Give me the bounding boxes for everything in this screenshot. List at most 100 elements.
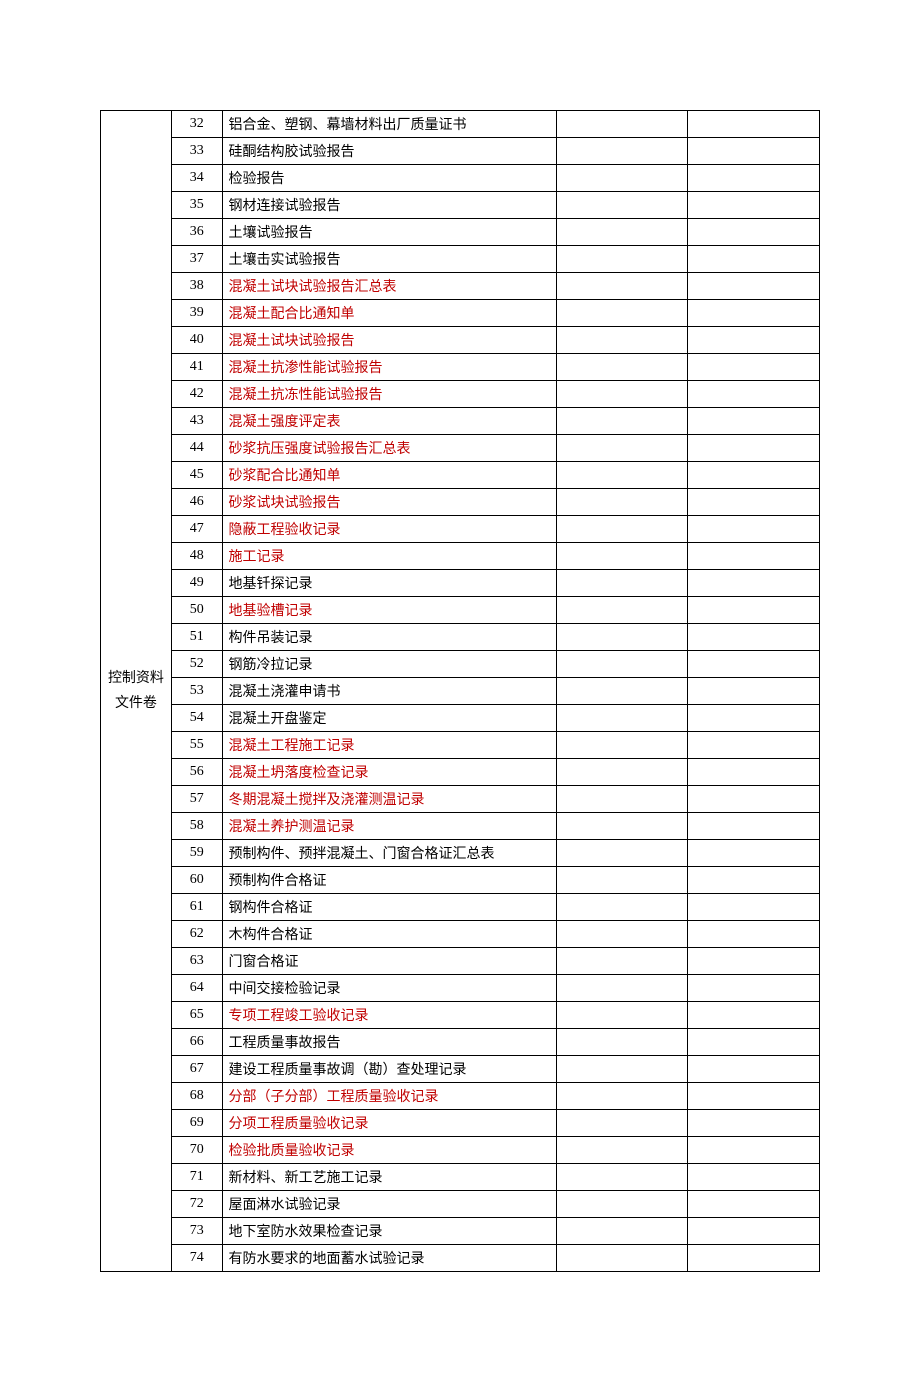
row-number: 54 (171, 705, 222, 732)
row-description: 专项工程竣工验收记录 (222, 1002, 556, 1029)
blank-cell (556, 138, 688, 165)
blank-cell (556, 1083, 688, 1110)
blank-cell (688, 1110, 820, 1137)
row-description: 土壤试验报告 (222, 219, 556, 246)
table-row: 37土壤击实试验报告 (101, 246, 820, 273)
table-row: 71新材料、新工艺施工记录 (101, 1164, 820, 1191)
blank-cell (688, 1002, 820, 1029)
blank-cell (688, 867, 820, 894)
row-description: 建设工程质量事故调（勘）查处理记录 (222, 1056, 556, 1083)
table-row: 50地基验槽记录 (101, 597, 820, 624)
blank-cell (556, 1002, 688, 1029)
blank-cell (556, 921, 688, 948)
table-row: 68分部（子分部）工程质量验收记录 (101, 1083, 820, 1110)
blank-cell (688, 1191, 820, 1218)
table-row: 38混凝土试块试验报告汇总表 (101, 273, 820, 300)
blank-cell (688, 651, 820, 678)
blank-cell (688, 597, 820, 624)
blank-cell (556, 894, 688, 921)
table-row: 57冬期混凝土搅拌及浇灌测温记录 (101, 786, 820, 813)
blank-cell (556, 732, 688, 759)
row-number: 68 (171, 1083, 222, 1110)
row-number: 61 (171, 894, 222, 921)
blank-cell (556, 435, 688, 462)
row-description: 混凝土浇灌申请书 (222, 678, 556, 705)
blank-cell (688, 732, 820, 759)
table-row: 61钢构件合格证 (101, 894, 820, 921)
blank-cell (556, 273, 688, 300)
blank-cell (688, 840, 820, 867)
blank-cell (688, 1029, 820, 1056)
blank-cell (688, 165, 820, 192)
row-number: 33 (171, 138, 222, 165)
table-row: 47隐蔽工程验收记录 (101, 516, 820, 543)
blank-cell (556, 516, 688, 543)
row-number: 58 (171, 813, 222, 840)
row-description: 硅酮结构胶试验报告 (222, 138, 556, 165)
blank-cell (688, 327, 820, 354)
blank-cell (556, 1029, 688, 1056)
row-number: 49 (171, 570, 222, 597)
blank-cell (688, 246, 820, 273)
row-description: 隐蔽工程验收记录 (222, 516, 556, 543)
row-number: 41 (171, 354, 222, 381)
blank-cell (556, 543, 688, 570)
blank-cell (556, 840, 688, 867)
table-body: 控制资料文件卷32铝合金、塑钢、幕墙材料出厂质量证书33硅酮结构胶试验报告34检… (101, 111, 820, 1272)
row-number: 48 (171, 543, 222, 570)
row-description: 中间交接检验记录 (222, 975, 556, 1002)
row-number: 51 (171, 624, 222, 651)
table-row: 59预制构件、预拌混凝土、门窗合格证汇总表 (101, 840, 820, 867)
blank-cell (688, 1137, 820, 1164)
blank-cell (688, 813, 820, 840)
table-row: 55混凝土工程施工记录 (101, 732, 820, 759)
blank-cell (556, 192, 688, 219)
row-description: 混凝土开盘鉴定 (222, 705, 556, 732)
blank-cell (688, 300, 820, 327)
blank-cell (688, 1218, 820, 1245)
row-number: 64 (171, 975, 222, 1002)
blank-cell (688, 570, 820, 597)
row-description: 工程质量事故报告 (222, 1029, 556, 1056)
blank-cell (688, 1245, 820, 1272)
table-row: 43混凝土强度评定表 (101, 408, 820, 435)
blank-cell (688, 138, 820, 165)
blank-cell (556, 948, 688, 975)
blank-cell (556, 1245, 688, 1272)
row-description: 冬期混凝土搅拌及浇灌测温记录 (222, 786, 556, 813)
row-number: 70 (171, 1137, 222, 1164)
blank-cell (688, 1164, 820, 1191)
row-number: 45 (171, 462, 222, 489)
blank-cell (688, 921, 820, 948)
table-row: 45砂浆配合比通知单 (101, 462, 820, 489)
blank-cell (556, 867, 688, 894)
blank-cell (556, 705, 688, 732)
row-description: 屋面淋水试验记录 (222, 1191, 556, 1218)
row-description: 施工记录 (222, 543, 556, 570)
row-number: 60 (171, 867, 222, 894)
row-number: 43 (171, 408, 222, 435)
row-description: 砂浆试块试验报告 (222, 489, 556, 516)
blank-cell (688, 435, 820, 462)
row-number: 53 (171, 678, 222, 705)
row-number: 47 (171, 516, 222, 543)
blank-cell (688, 786, 820, 813)
row-description: 混凝土工程施工记录 (222, 732, 556, 759)
row-number: 40 (171, 327, 222, 354)
blank-cell (688, 1056, 820, 1083)
row-description: 混凝土强度评定表 (222, 408, 556, 435)
blank-cell (556, 327, 688, 354)
row-number: 72 (171, 1191, 222, 1218)
row-number: 35 (171, 192, 222, 219)
table-row: 40混凝土试块试验报告 (101, 327, 820, 354)
row-number: 74 (171, 1245, 222, 1272)
row-number: 52 (171, 651, 222, 678)
row-description: 混凝土坍落度检查记录 (222, 759, 556, 786)
category-cell: 控制资料文件卷 (101, 111, 172, 1272)
row-description: 地基验槽记录 (222, 597, 556, 624)
category-label: 控制资料文件卷 (107, 666, 165, 716)
blank-cell (688, 759, 820, 786)
blank-cell (688, 219, 820, 246)
blank-cell (556, 354, 688, 381)
row-description: 混凝土抗冻性能试验报告 (222, 381, 556, 408)
